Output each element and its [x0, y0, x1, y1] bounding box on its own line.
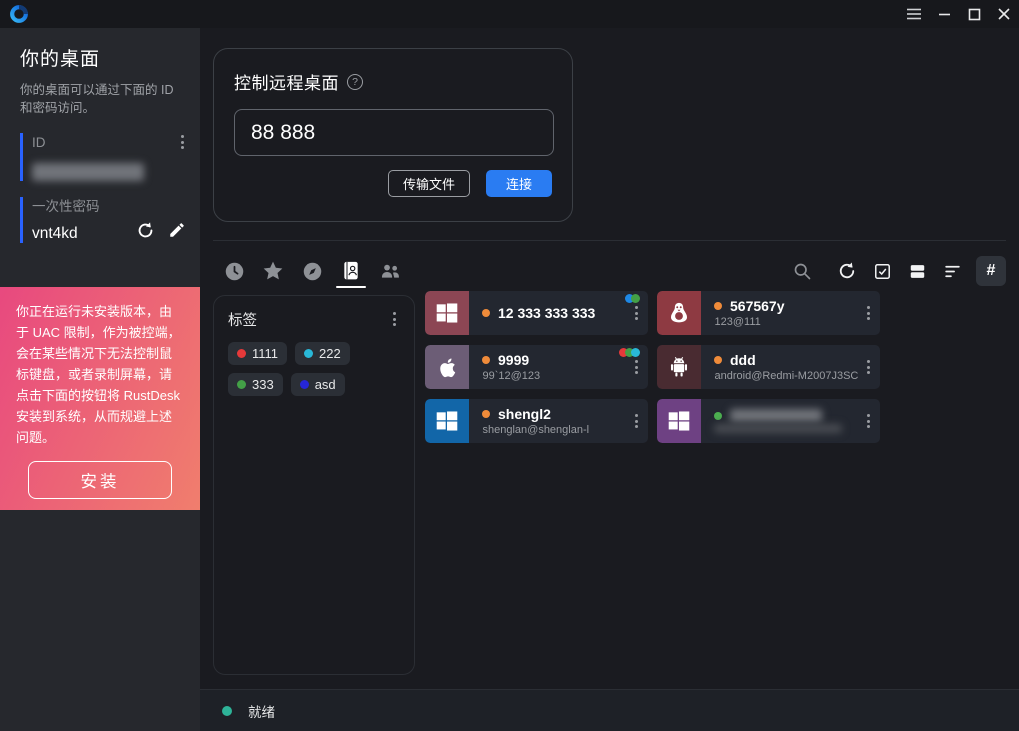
tags-panel: 标签 1111 222 333 asd [213, 295, 415, 675]
transfer-file-button[interactable]: 传输文件 [388, 170, 470, 197]
connection-status-text: 就绪 [248, 701, 275, 721]
one-time-password-section: 一次性密码 vnt4kd [20, 195, 188, 243]
peer-name: 567567y [730, 298, 785, 314]
password-accent-bar [20, 197, 23, 243]
peer-status-dot [714, 412, 722, 420]
tab-group[interactable] [379, 254, 401, 288]
tag-pill[interactable]: 333 [228, 373, 283, 396]
peer-card[interactable]: shengl2 shenglan@shenglan-l [425, 399, 648, 443]
control-remote-desktop-card: 控制远程桌面 ? 传输文件 连接 [213, 48, 573, 222]
edit-password-icon[interactable] [166, 219, 188, 241]
tab-address-book[interactable] [340, 254, 362, 288]
status-bar: 就绪 [200, 689, 1019, 731]
peer-card[interactable] [657, 399, 880, 443]
one-time-password-value: vnt4kd [32, 225, 78, 243]
tab-favorites[interactable] [262, 254, 284, 288]
main-area: 控制远程桌面 ? 传输文件 连接 [200, 28, 1019, 731]
tags-menu-icon[interactable] [389, 308, 400, 330]
peer-menu-icon[interactable] [863, 302, 874, 324]
peer-status-dot [482, 309, 490, 317]
sort-icon[interactable] [941, 260, 963, 282]
tab-discovered[interactable] [301, 254, 323, 288]
grid-view-icon[interactable]: # [976, 256, 1006, 286]
control-remote-title: 控制远程桌面 [234, 69, 339, 94]
tag-pill[interactable]: asd [291, 373, 345, 396]
tag-color-dot [237, 349, 246, 358]
active-tab-underline [336, 286, 366, 289]
tag-pill[interactable]: 1111 [228, 342, 287, 365]
app-menu-icon[interactable] [899, 0, 929, 28]
minimize-icon[interactable] [929, 0, 959, 28]
title-bar [0, 0, 1019, 28]
peer-subtitle: 99`12@123 [482, 370, 540, 382]
peer-menu-icon[interactable] [863, 410, 874, 432]
tag-color-dot [300, 380, 309, 389]
card-view-icon[interactable] [906, 260, 928, 282]
sidebar-title: 你的桌面 [0, 28, 200, 71]
peer-status-dot [714, 302, 722, 310]
select-peers-icon[interactable] [871, 260, 893, 282]
one-time-password-label: 一次性密码 [32, 195, 188, 215]
peer-tab-bar: # [213, 247, 1006, 295]
peer-status-dot [482, 356, 490, 364]
peer-subtitle: shenglan@shenglan-l [482, 424, 589, 436]
refresh-password-icon[interactable] [134, 219, 156, 241]
sidebar-description: 你的桌面可以通过下面的 ID 和密码访问。 [0, 71, 200, 117]
peer-menu-icon[interactable] [631, 356, 642, 378]
peer-grid: 12 333 333 333 567567y 123@111 [425, 291, 880, 443]
peer-card[interactable]: 567567y 123@111 [657, 291, 880, 335]
window-controls [899, 0, 1019, 28]
tags-title: 标签 [228, 309, 257, 330]
apple-logo-icon [425, 345, 469, 389]
install-button[interactable]: 安装 [28, 461, 172, 499]
peer-status-dot [714, 356, 722, 364]
local-desktop-panel: 你的桌面 你的桌面可以通过下面的 ID 和密码访问。 ID 一次性密码 vnt4… [0, 28, 200, 731]
connect-button[interactable]: 连接 [486, 170, 552, 197]
help-icon[interactable]: ? [347, 74, 363, 90]
local-id-value-redacted [32, 163, 144, 181]
peer-card[interactable]: 9999 99`12@123 [425, 345, 648, 389]
tag-color-dot [304, 349, 313, 358]
peer-name: ddd [730, 352, 756, 368]
peer-name-redacted [730, 409, 822, 422]
peer-toolbar: # [791, 256, 1006, 286]
id-menu-icon[interactable] [177, 131, 188, 153]
peer-status-dot [482, 410, 490, 418]
peer-name: 9999 [498, 352, 529, 368]
warning-text: 你正在运行未安装版本，由于 UAC 限制，作为被控端，会在某些情况下无法控制鼠标… [16, 301, 184, 448]
peer-subtitle: android@Redmi-M2007J3SC [714, 370, 858, 382]
tag-color-dot [237, 380, 246, 389]
id-label: ID [32, 135, 46, 150]
id-accent-bar [20, 133, 23, 181]
tag-list: 1111 222 333 asd [228, 342, 400, 396]
peer-card[interactable]: 12 333 333 333 [425, 291, 648, 335]
tab-recent-sessions[interactable] [223, 254, 245, 288]
peer-subtitle: 123@111 [714, 316, 785, 328]
windows-logo-icon [425, 291, 469, 335]
tag-pill[interactable]: 222 [295, 342, 350, 365]
connection-status-dot [222, 706, 232, 716]
rustdesk-window: 你的桌面 你的桌面可以通过下面的 ID 和密码访问。 ID 一次性密码 vnt4… [0, 0, 1019, 731]
windows-logo-icon [425, 399, 469, 443]
rustdesk-logo-icon [9, 4, 29, 24]
tab-divider [213, 240, 1006, 241]
remote-id-input[interactable] [234, 109, 554, 156]
refresh-peers-icon[interactable] [836, 260, 858, 282]
android-logo-icon [657, 345, 701, 389]
maximize-icon[interactable] [959, 0, 989, 28]
peer-name: 12 333 333 333 [498, 305, 595, 321]
uninstalled-warning-banner: 你正在运行未安装版本，由于 UAC 限制，作为被控端，会在某些情况下无法控制鼠标… [0, 287, 200, 510]
peer-subtitle-redacted [714, 424, 842, 433]
linux-logo-icon [657, 291, 701, 335]
search-icon[interactable] [791, 260, 813, 282]
peer-menu-icon[interactable] [863, 356, 874, 378]
peer-menu-icon[interactable] [631, 410, 642, 432]
local-id-section: ID [20, 131, 188, 181]
peer-card[interactable]: ddd android@Redmi-M2007J3SC [657, 345, 880, 389]
windows-logo-icon [657, 399, 701, 443]
peer-menu-icon[interactable] [631, 302, 642, 324]
peer-name: shengl2 [498, 406, 551, 422]
close-icon[interactable] [989, 0, 1019, 28]
